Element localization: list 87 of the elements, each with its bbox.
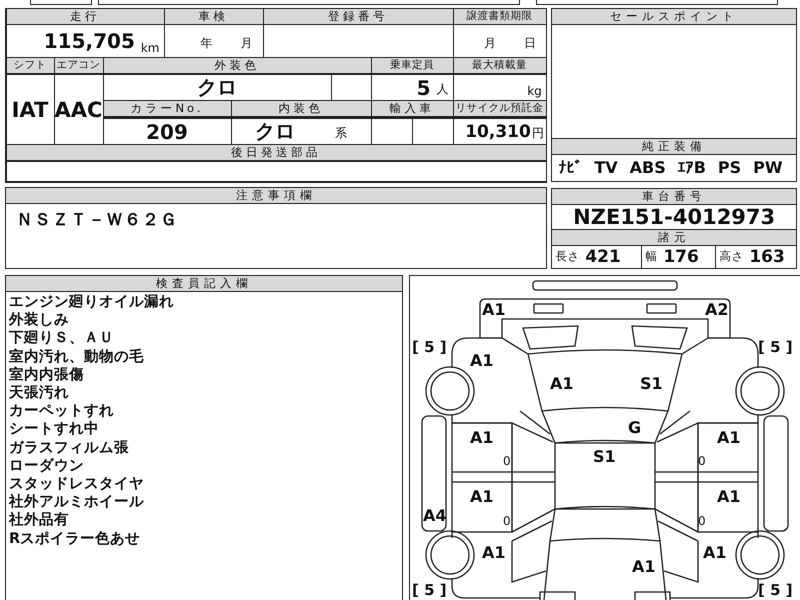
field-value: 10,310 <box>465 122 531 142</box>
spec-value: 163 <box>749 246 785 267</box>
inspection-note: スタッドレスタイヤ <box>9 475 145 494</box>
damage-code: S1 <box>640 375 663 393</box>
chassis-number: NZE151-4012973 <box>573 204 776 229</box>
field-value: AAC <box>54 98 102 122</box>
column-header: 最大積載量 <box>454 58 546 74</box>
inspection-note: 社外アルミホイール <box>9 493 145 512</box>
field-value: クロ <box>197 75 237 100</box>
column-header: 走行 <box>6 9 164 26</box>
damage-note: 0 <box>698 453 706 470</box>
spec-value: 176 <box>663 246 699 267</box>
damage-code: S1 <box>593 448 616 466</box>
inspection-note: シートすれ中 <box>9 420 100 439</box>
section-header: 諸元 <box>552 228 796 246</box>
damage-code: A1 <box>703 544 727 562</box>
unit-label: 日 <box>524 35 536 52</box>
column-header: シフト <box>6 58 54 74</box>
spec-label: 長さ <box>555 249 580 264</box>
unit-label: 年 <box>200 35 212 52</box>
tire-tread-value: [ 5 ] <box>412 582 447 599</box>
column-header: 譲渡書類期限 <box>454 9 546 26</box>
equipment-item: PS <box>718 158 742 178</box>
field-value: 115,705 <box>44 29 135 54</box>
damage-code: A2 <box>705 301 729 319</box>
section-header: 検査員記入欄 <box>6 276 402 292</box>
unit-label: 月 <box>240 35 252 52</box>
unit-label: km <box>140 41 160 58</box>
damage-code: A1 <box>717 488 741 506</box>
damage-code: A1 <box>470 352 494 370</box>
inspection-note: 室内内張傷 <box>9 366 85 384</box>
inspection-note: 下廻りＳ、ＡＵ <box>9 329 115 348</box>
column-header: 輸入車 <box>372 101 452 118</box>
inspection-note: ガラスフィルム張 <box>9 438 130 457</box>
column-header: 内装色 <box>232 101 370 118</box>
inspection-note: カーペットすれ <box>9 402 115 420</box>
column-header: リサイクル預託金 <box>454 101 546 118</box>
column-header: 登録番号 <box>264 9 452 26</box>
damage-code: A1 <box>550 375 574 393</box>
column-header: カラーNo. <box>104 101 230 118</box>
unit-label: 人 <box>436 81 448 98</box>
unit-label: 系 <box>335 125 347 142</box>
column-header: 後日発送部品 <box>6 145 546 162</box>
damage-note: 0 <box>503 513 511 530</box>
column-header: 乗車定員 <box>372 58 452 74</box>
equipment-item: PW <box>753 158 783 178</box>
section-header: 注意事項欄 <box>6 188 546 204</box>
field-value: クロ <box>255 119 295 144</box>
inspection-note: ローダウン <box>9 456 85 476</box>
tire-tread-value: [ 5 ] <box>758 582 793 599</box>
tire-tread-value: [ 5 ] <box>412 339 447 356</box>
damage-code: A1 <box>470 429 494 447</box>
inspection-note: Rスポイラー色あせ <box>9 530 142 548</box>
equipment-item: ｴｱB <box>678 158 706 178</box>
damage-code: A1 <box>632 558 656 576</box>
column-header: 車検 <box>164 9 262 26</box>
damage-note: 0 <box>503 453 511 470</box>
column-header: 外装色 <box>104 58 370 74</box>
equipment-item: ABS <box>630 158 666 178</box>
note-text: ＮＳＺＴ－Ｗ６２Ｇ <box>16 210 178 230</box>
unit-label: 月 <box>484 35 496 52</box>
damage-note: 0 <box>698 513 706 530</box>
unit-label: kg <box>527 84 542 100</box>
damage-code: A1 <box>717 429 741 447</box>
damage-code: G <box>628 419 642 437</box>
damage-code: A1 <box>482 301 506 319</box>
spec-value: 421 <box>585 246 621 267</box>
inspection-note: 天張汚れ <box>9 384 70 402</box>
damage-code: A1 <box>470 488 494 506</box>
tire-tread-value: [ 5 ] <box>758 339 793 356</box>
field-value: 5 <box>416 76 430 100</box>
inspection-note: エンジン廻りオイル漏れ <box>9 293 175 312</box>
unit-label: 円 <box>532 125 544 142</box>
inspection-note: 社外品有 <box>9 511 70 530</box>
equipment-item: ﾅﾋﾞ <box>558 158 582 178</box>
equipment-item: TV <box>594 158 618 178</box>
section-header: 純正装備 <box>552 138 796 155</box>
damage-code: A1 <box>482 544 506 562</box>
field-value: 209 <box>146 120 188 144</box>
column-header: エアコン <box>54 58 102 74</box>
section-header: セールスポイント <box>552 8 796 25</box>
spec-label: 高さ <box>719 249 744 264</box>
section-header: 車台番号 <box>552 188 796 205</box>
inspection-note: 外装しみ <box>9 311 70 330</box>
field-value: IAT <box>12 98 48 122</box>
spec-label: 幅 <box>645 249 658 264</box>
inspection-note: 室内汚れ、動物の毛 <box>9 348 145 366</box>
